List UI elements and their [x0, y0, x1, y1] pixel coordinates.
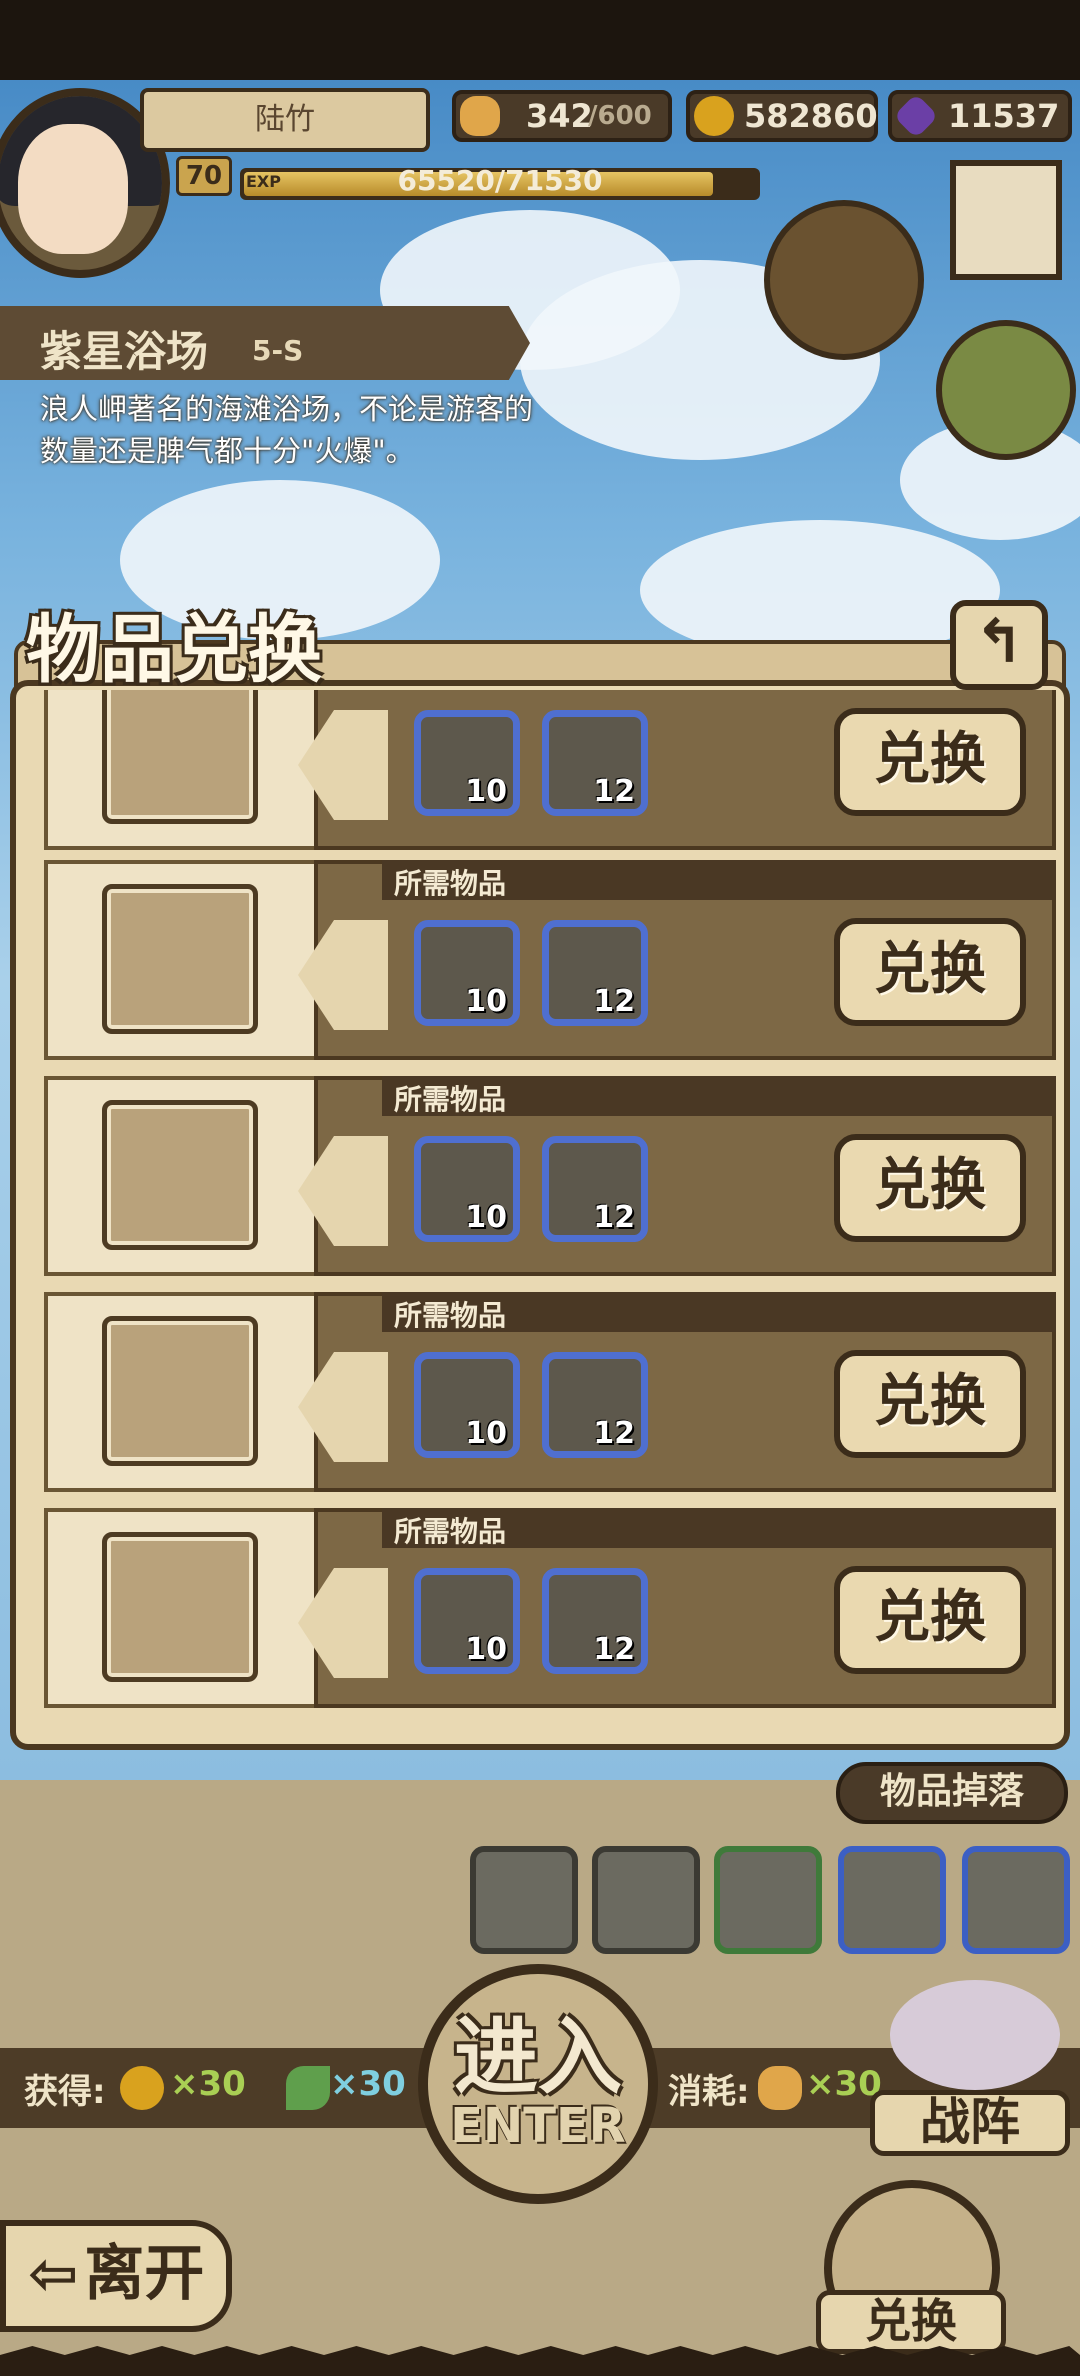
chest-icon[interactable] — [714, 1846, 822, 1954]
gain-label: 获得: — [24, 2072, 106, 2112]
bottle-icon[interactable]: 12 — [542, 1568, 648, 1674]
material-count: 10 — [465, 984, 507, 1019]
material-count: 12 — [593, 1632, 635, 1667]
exchange-button[interactable]: 兑换 — [834, 1134, 1026, 1242]
required-items-label: 所需物品 — [394, 1083, 507, 1116]
mail-icon[interactable] — [950, 160, 1062, 280]
material-count: 12 — [593, 1416, 635, 1451]
exchange-row: 所需物品 10 12 兑换 — [44, 860, 1056, 1060]
material-count: 12 — [593, 774, 635, 809]
fishing-rod-icon[interactable] — [102, 1100, 258, 1250]
gem-value: 11537 — [948, 97, 1060, 135]
feather-icon — [286, 2066, 330, 2110]
gold-counter[interactable]: 582860 — [686, 90, 878, 142]
stone-icon[interactable]: 10 — [414, 920, 520, 1026]
player-name: 陆竹 — [140, 88, 430, 152]
player-level: 70 — [176, 156, 232, 196]
required-items-label: 所需物品 — [394, 1299, 507, 1332]
stamina-max: /600 — [588, 101, 652, 131]
material-count: 12 — [593, 984, 635, 1019]
material-count: 10 — [465, 1632, 507, 1667]
exchange-button[interactable]: 兑换 — [834, 1350, 1026, 1458]
orange-slime-icon[interactable] — [592, 1846, 700, 1954]
cost-label: 消耗: — [668, 2072, 750, 2112]
stage-title: 紫星浴场 — [40, 327, 209, 376]
exchange-button[interactable]: 兑换 — [834, 1566, 1026, 1674]
bottle-icon[interactable]: 12 — [542, 920, 648, 1026]
gold-coin-icon — [120, 2066, 164, 2110]
exchange-button[interactable]: 兑换 — [834, 708, 1026, 816]
exchange-row: 所需物品 10 12 兑换 — [44, 1508, 1056, 1708]
material-count: 10 — [465, 774, 507, 809]
bread-icon — [758, 2066, 802, 2110]
modal-title: 物品兑换 — [26, 607, 322, 693]
small-water-gun-icon[interactable] — [102, 1532, 258, 1682]
stone-icon[interactable]: 10 — [414, 1352, 520, 1458]
stone-icon[interactable]: 10 — [414, 1136, 520, 1242]
bottle-icon[interactable]: 12 — [542, 1136, 648, 1242]
bread-icon — [460, 96, 500, 136]
required-items-label: 所需物品 — [394, 1515, 507, 1548]
team-button[interactable]: 战阵 — [870, 2090, 1070, 2156]
backpack-icon[interactable] — [936, 320, 1076, 460]
flower-hairpin-icon[interactable] — [102, 884, 258, 1034]
blue-slime-icon[interactable] — [470, 1846, 578, 1954]
gold-coin-icon — [694, 96, 734, 136]
gem-counter[interactable]: 11537 — [888, 90, 1072, 142]
stage-description: 浪人岬著名的海滩浴场，不论是游客的数量还是脾气都十分"火爆"。 — [40, 392, 534, 468]
team-portrait-icon — [890, 1980, 1060, 2090]
quest-scroll-icon[interactable] — [764, 200, 924, 360]
gold-reward: ×30 — [170, 2064, 246, 2104]
exchange-list[interactable]: 所需物品 10 12 兑换 所需物品 10 12 兑换 所需 — [16, 690, 1066, 1738]
exchange-row: 所需物品 10 12 兑换 — [44, 1292, 1056, 1492]
enter-label-en: ENTER — [450, 2098, 626, 2154]
status-bar — [0, 0, 1080, 80]
material-count: 10 — [465, 1200, 507, 1235]
bottle-icon[interactable]: 12 — [542, 710, 648, 816]
exchange-button[interactable]: 兑换 — [834, 918, 1026, 1026]
water-gun-icon[interactable] — [102, 1316, 258, 1466]
stage-code: 5-S — [252, 334, 304, 367]
exchange-row: 所需物品 10 12 兑换 — [44, 690, 1056, 850]
leave-label: 离开 — [84, 2239, 205, 2309]
exchange-row: 所需物品 10 12 兑换 — [44, 1076, 1056, 1276]
material-count: 12 — [593, 1200, 635, 1235]
gold-value: 582860 — [744, 97, 878, 135]
enter-label-cn: 进入 — [453, 2008, 622, 2106]
feather-reward: ×30 — [330, 2064, 406, 2104]
required-items-label: 所需物品 — [394, 690, 506, 692]
leave-button[interactable]: ⇦ 离开 — [0, 2220, 232, 2332]
back-arrow-icon[interactable]: ↰ — [950, 600, 1048, 690]
ghost-icon[interactable] — [838, 1846, 946, 1954]
exchange-shop-button[interactable]: 兑换 — [816, 2290, 1006, 2354]
required-items-label: 所需物品 — [394, 867, 507, 900]
stone-icon[interactable]: 10 — [414, 1568, 520, 1674]
ore-icon[interactable] — [962, 1846, 1070, 1954]
bottle-icon[interactable]: 12 — [542, 1352, 648, 1458]
material-count: 10 — [465, 1416, 507, 1451]
exp-text: 65520/71530 — [397, 164, 603, 197]
gem-icon — [893, 93, 939, 139]
stone-icon[interactable]: 10 — [414, 710, 520, 816]
stamina-counter[interactable]: 342 /600 — [452, 90, 672, 142]
stamina-value: 342 — [526, 97, 593, 135]
drop-label[interactable]: 物品掉落 — [836, 1762, 1068, 1824]
sunglasses-icon[interactable] — [102, 690, 258, 824]
